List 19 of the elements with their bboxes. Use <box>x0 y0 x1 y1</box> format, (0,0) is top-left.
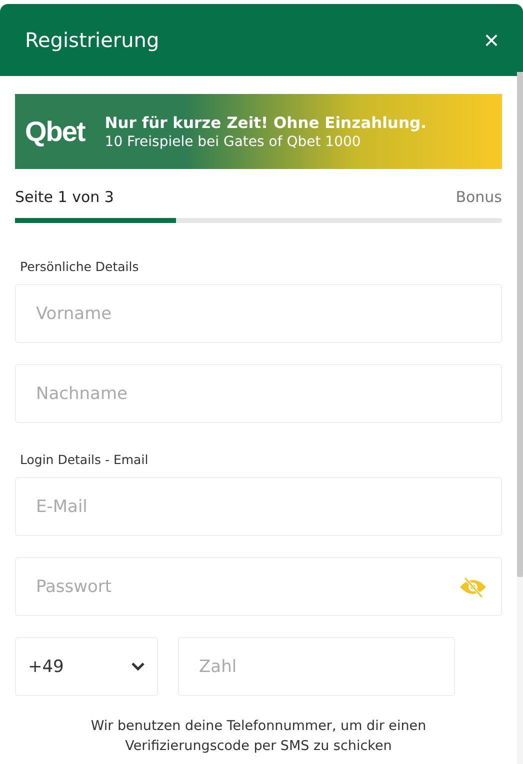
promo-headline: Nur für kurze Zeit! Ohne Einzahlung. <box>104 114 426 132</box>
chevron-down-icon <box>131 662 145 671</box>
close-button[interactable]: × <box>480 27 503 53</box>
next-step-label: Bonus <box>456 188 502 206</box>
logo: Qbet <box>25 116 85 148</box>
section-label: Login Details - Email <box>20 452 150 467</box>
eye-slash-icon[interactable] <box>458 576 488 598</box>
country-code-dropdown[interactable]: +49 <box>15 637 158 696</box>
input-field[interactable]: E-Mail <box>15 477 502 536</box>
info-text: Wir benutzen deine Telefonnummer, um dir einen Verifizierungscode per SMS zu schicken <box>90 717 428 756</box>
password-field[interactable]: Passwort <box>15 557 502 616</box>
scrollbar-thumb[interactable] <box>517 72 523 577</box>
phone-number-field[interactable]: Zahl <box>178 637 455 696</box>
input-field[interactable]: Vorname <box>15 284 502 343</box>
input-field[interactable]: Nachname <box>15 364 502 423</box>
step-label: Seite 1 von 3 <box>15 188 114 206</box>
section-label: Persönliche Details <box>20 259 140 274</box>
window-title: Registrierung <box>25 28 160 52</box>
promo-subline: 10 Freispiele bei Gates of Qbet 1000 <box>104 134 362 150</box>
